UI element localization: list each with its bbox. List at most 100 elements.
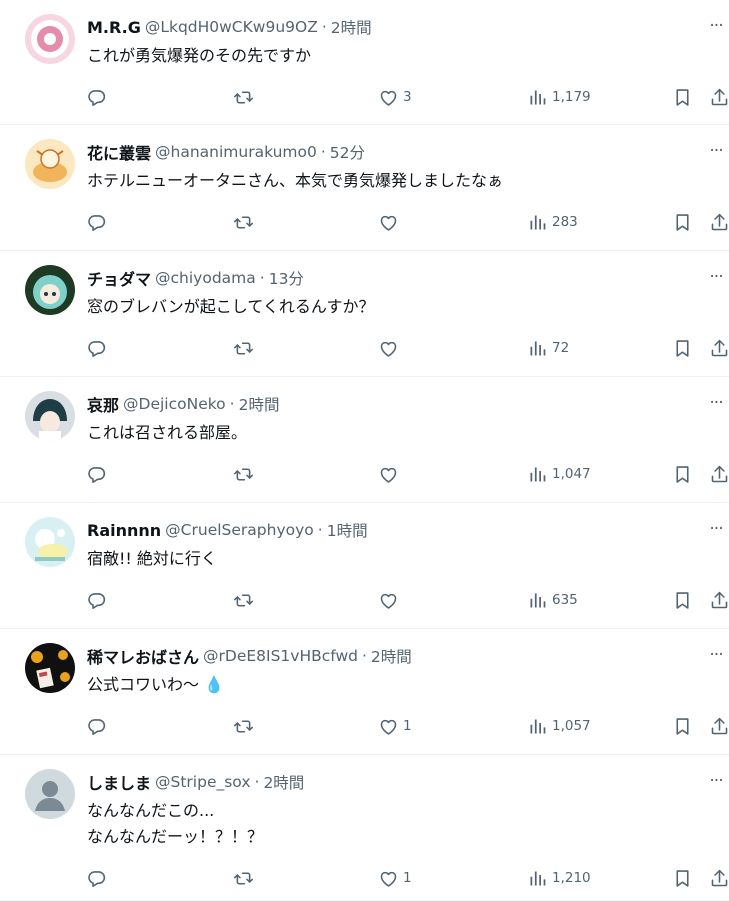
author-handle[interactable]: @DejicoNeko xyxy=(123,395,226,413)
bookmark-button[interactable] xyxy=(672,336,693,360)
author-name[interactable]: M.R.G xyxy=(87,18,141,37)
reply-button[interactable] xyxy=(86,462,107,486)
author-handle[interactable]: @LkqdH0wCKw9u9OZ xyxy=(145,18,318,36)
reply-button[interactable] xyxy=(86,866,107,890)
views-button[interactable]: 635 xyxy=(527,588,578,612)
reply-button[interactable] xyxy=(86,588,107,612)
timestamp[interactable]: 2時間 xyxy=(263,771,304,793)
share-button[interactable] xyxy=(709,210,729,234)
retweet-button[interactable] xyxy=(233,85,254,109)
tweet[interactable]: 稀マレおばさん @rDeE8IS1vHBcfwd · 2時間 ··· 公式コワいわ〜 💧 1… xyxy=(0,629,729,755)
author-name[interactable]: 稀マレおばさん xyxy=(87,644,199,668)
like-count: 3 xyxy=(403,89,412,105)
like-icon xyxy=(378,590,399,611)
tweet[interactable]: M.R.G @LkqdH0wCKw9u9OZ · 2時間 ··· これが勇気爆発のその先で… xyxy=(0,0,729,125)
share-button[interactable] xyxy=(709,866,729,890)
reply-button[interactable] xyxy=(86,210,107,234)
like-button[interactable]: 1 xyxy=(378,866,412,890)
like-button[interactable]: 3 xyxy=(378,85,412,109)
more-icon[interactable]: ··· xyxy=(703,391,729,415)
timestamp[interactable]: 1時間 xyxy=(327,519,368,541)
bookmark-button[interactable] xyxy=(672,588,693,612)
avatar[interactable] xyxy=(25,391,75,441)
timestamp[interactable]: 2時間 xyxy=(239,393,280,415)
like-button[interactable] xyxy=(378,336,403,360)
share-button[interactable] xyxy=(709,336,729,360)
views-count: 1,210 xyxy=(552,870,591,886)
bookmark-button[interactable] xyxy=(672,866,693,890)
avatar[interactable] xyxy=(25,643,75,693)
bookmark-button[interactable] xyxy=(672,85,693,109)
tweet[interactable]: 花に叢雲 @hananimurakumo0 · 52分 ··· ホテルニューオータニさん、… xyxy=(0,125,729,251)
share-button[interactable] xyxy=(709,462,729,486)
views-button[interactable]: 1,047 xyxy=(527,462,591,486)
reply-icon xyxy=(86,868,107,889)
tweet-text: 公式コワいわ〜 💧 xyxy=(87,675,225,694)
share-button[interactable] xyxy=(709,588,729,612)
retweet-button[interactable] xyxy=(233,336,254,360)
avatar[interactable] xyxy=(25,14,75,64)
more-icon[interactable]: ··· xyxy=(703,769,729,793)
timestamp[interactable]: 2時間 xyxy=(331,16,372,38)
tweet-actions: 1,047 xyxy=(86,462,729,486)
like-button[interactable]: 1 xyxy=(378,714,412,738)
bookmark-button[interactable] xyxy=(672,210,693,234)
author-name[interactable]: 花に叢雲 xyxy=(87,140,151,164)
tweet-text: 窓のブレバンが起こしてくれるんすか？ xyxy=(87,297,375,316)
retweet-button[interactable] xyxy=(233,714,254,738)
timestamp[interactable]: 52分 xyxy=(330,141,365,163)
author-name[interactable]: Rainnnn xyxy=(87,521,161,540)
tweet[interactable]: チョダマ @chiyodama · 13分 ··· 窓のブレバンが起こしてくれるんすか？ 7… xyxy=(0,251,729,377)
timestamp[interactable]: 13分 xyxy=(269,267,304,289)
views-icon xyxy=(527,87,548,108)
reply-button[interactable] xyxy=(86,85,107,109)
more-icon[interactable]: ··· xyxy=(703,139,729,163)
reply-button[interactable] xyxy=(86,714,107,738)
bookmark-button[interactable] xyxy=(672,462,693,486)
more-icon[interactable]: ··· xyxy=(703,14,729,38)
bookmark-icon xyxy=(672,338,693,359)
views-count: 1,179 xyxy=(552,89,591,105)
avatar[interactable] xyxy=(25,265,75,315)
retweet-button[interactable] xyxy=(233,462,254,486)
bookmark-button[interactable] xyxy=(672,714,693,738)
author-name[interactable]: しましま xyxy=(87,770,151,794)
retweet-button[interactable] xyxy=(233,866,254,890)
separator: · xyxy=(259,269,265,287)
views-button[interactable]: 283 xyxy=(527,210,578,234)
share-button[interactable] xyxy=(709,714,729,738)
views-button[interactable]: 1,057 xyxy=(527,714,591,738)
more-icon[interactable]: ··· xyxy=(703,265,729,289)
timestamp[interactable]: 2時間 xyxy=(371,645,412,667)
author-handle[interactable]: @hananimurakumo0 xyxy=(155,143,317,161)
author-name[interactable]: 哀那 xyxy=(87,392,119,416)
author-handle[interactable]: @rDeE8IS1vHBcfwd xyxy=(203,647,358,665)
bookmark-icon xyxy=(672,87,693,108)
avatar[interactable] xyxy=(25,139,75,189)
like-icon xyxy=(378,464,399,485)
author-handle[interactable]: @chiyodama xyxy=(155,269,256,287)
like-button[interactable] xyxy=(378,210,403,234)
author-name[interactable]: チョダマ xyxy=(87,266,151,290)
retweet-button[interactable] xyxy=(233,588,254,612)
views-button[interactable]: 1,210 xyxy=(527,866,591,890)
author-handle[interactable]: @Stripe_sox xyxy=(155,773,250,791)
tweet[interactable]: しましま @Stripe_sox · 2時間 ··· なんなんだこの... なんなんだーッ… xyxy=(0,755,729,901)
tweet[interactable]: 哀那 @DejicoNeko · 2時間 ··· これは召される部屋。 1,047 xyxy=(0,377,729,503)
like-button[interactable] xyxy=(378,462,403,486)
views-button[interactable]: 72 xyxy=(527,336,569,360)
author-handle[interactable]: @CruelSeraphyoyo xyxy=(165,521,314,539)
more-icon[interactable]: ··· xyxy=(703,643,729,667)
more-icon[interactable]: ··· xyxy=(703,517,729,541)
retweet-button[interactable] xyxy=(233,210,254,234)
avatar[interactable] xyxy=(25,517,75,567)
reply-icon xyxy=(86,590,107,611)
views-button[interactable]: 1,179 xyxy=(527,85,591,109)
share-button[interactable] xyxy=(709,85,729,109)
reply-button[interactable] xyxy=(86,336,107,360)
like-icon xyxy=(378,212,399,233)
like-button[interactable] xyxy=(378,588,403,612)
separator: · xyxy=(361,647,367,665)
tweet[interactable]: Rainnnn @CruelSeraphyoyo · 1時間 ··· 宿敵!! 絶対に行く… xyxy=(0,503,729,629)
avatar[interactable] xyxy=(25,769,75,819)
